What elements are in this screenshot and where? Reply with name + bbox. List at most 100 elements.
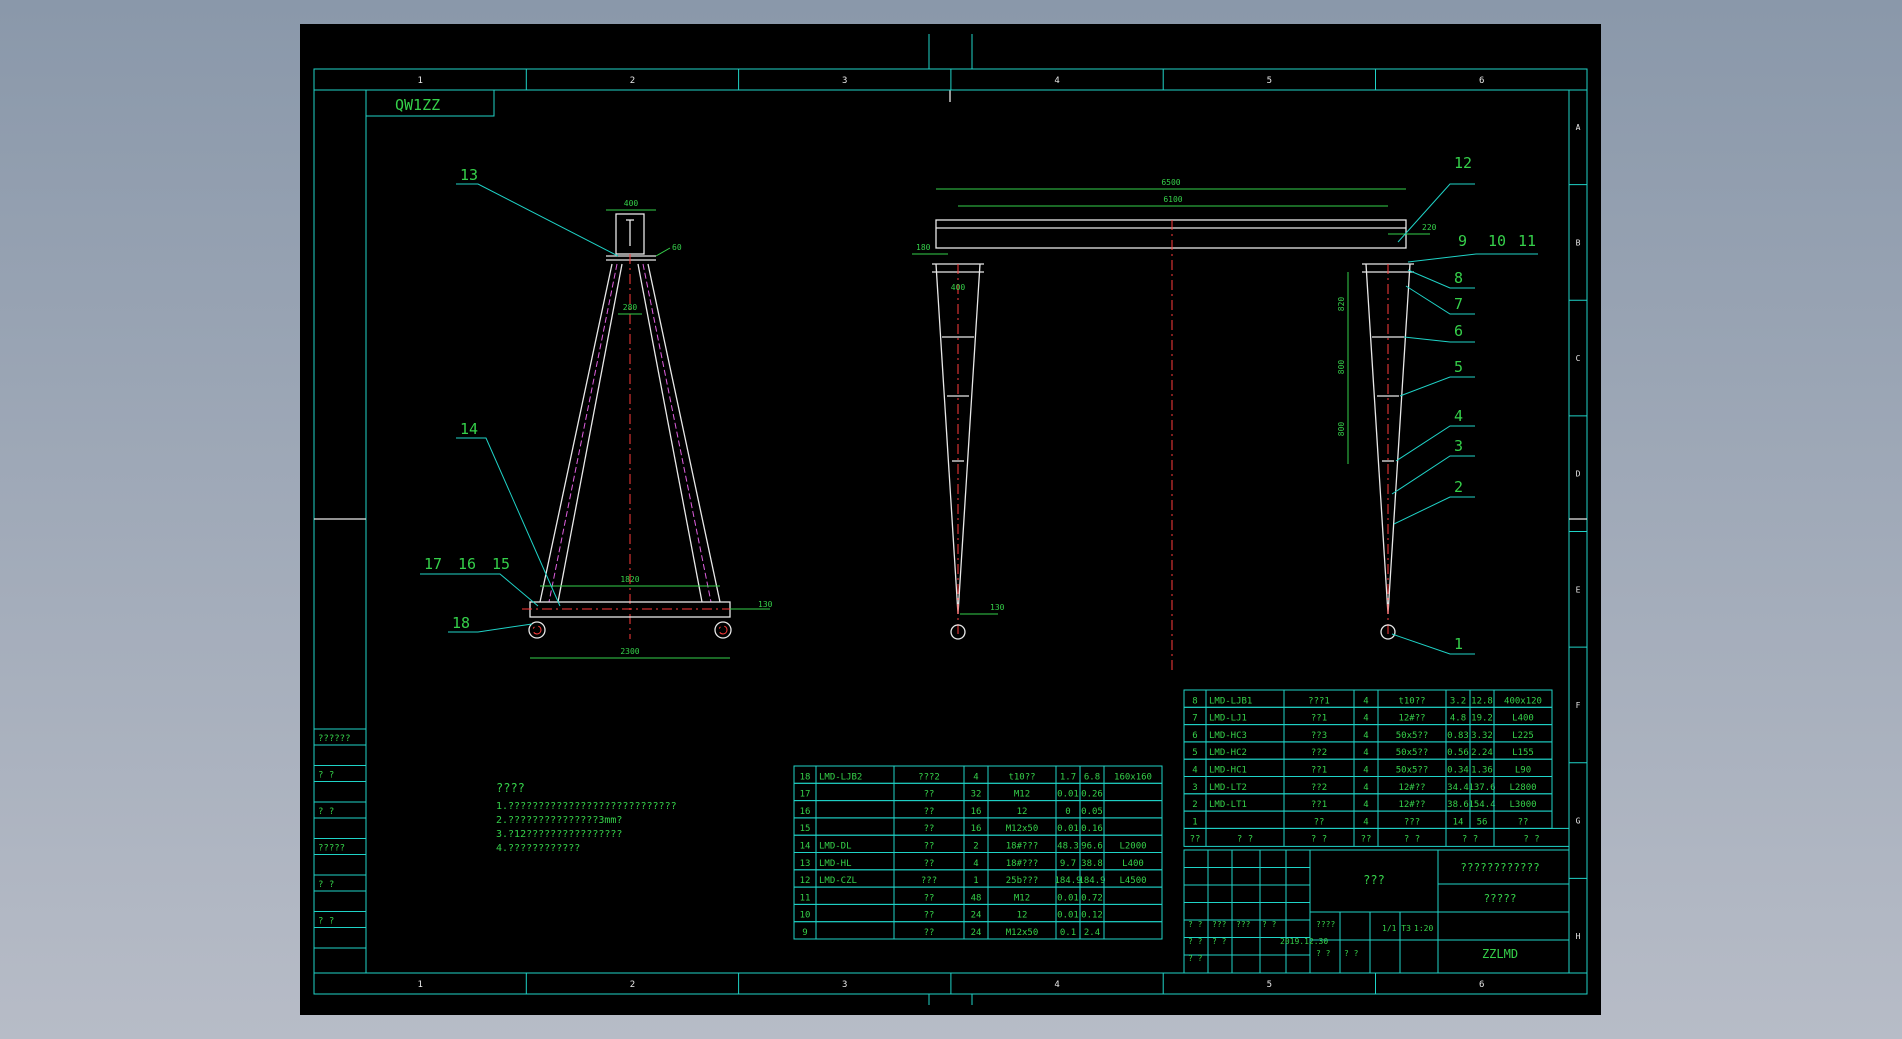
- bom-cell: LMD-HL: [819, 859, 852, 869]
- bom-cell: 18: [800, 772, 811, 782]
- bom-cell: 19.2: [1471, 714, 1493, 724]
- bom-cell: ??: [924, 824, 935, 834]
- bom-cell: ???: [1404, 817, 1420, 827]
- bom-cell: 9.7: [1060, 859, 1076, 869]
- row-zone-label: B: [1576, 238, 1581, 247]
- bom-cell: M12: [1014, 893, 1030, 903]
- bom-cell: 14: [1453, 817, 1464, 827]
- bom-table-right: 8 LMD-LJB1 ???1 4 t10?? 3.2 12.8 400x1207 LMD-LJ…: [1183, 689, 1570, 847]
- bom-cell: ??1: [1311, 766, 1327, 776]
- bom-cell: 2.24: [1471, 748, 1493, 758]
- main-girder: [935, 219, 1407, 249]
- bom-header-cell: ? ?: [1523, 834, 1539, 844]
- column-zone-label: 4: [1054, 76, 1059, 86]
- bom-cell: 4: [1363, 800, 1368, 810]
- callout-9: 9: [1458, 232, 1467, 250]
- bom-cell: 6.8: [1084, 772, 1100, 782]
- drawing-svg: 123456 123456 ABCDEFGH ??????? ?? ??????…: [313, 34, 1588, 1005]
- front-right-leg: [1365, 263, 1389, 615]
- row-zone-label: D: [1576, 470, 1581, 479]
- bom-cell: 4: [973, 772, 978, 782]
- row-zone-label: C: [1576, 354, 1581, 363]
- bom-cell: L225: [1512, 731, 1534, 741]
- bom-cell: LMD-HC3: [1209, 731, 1247, 741]
- bom-cell: ??: [1314, 817, 1325, 827]
- bom-cell: ???2: [918, 772, 940, 782]
- bom-cell: 32: [971, 790, 982, 800]
- bom-cell: 12: [800, 876, 811, 886]
- row-zone-label: E: [1576, 585, 1581, 594]
- bom-cell: LMD-CZL: [819, 876, 857, 886]
- title-block-signatures: ? ??????? ? ? ? ? ? ? ? ????? ? ? ? ?: [1188, 920, 1359, 963]
- callout-12: 12: [1454, 154, 1472, 172]
- callout-7: 7: [1454, 295, 1463, 313]
- bom-cell: 12: [1017, 807, 1028, 817]
- left-strip-label: ?????: [318, 844, 345, 854]
- bom-cell: 4: [1363, 766, 1368, 776]
- bom-cell: ??: [924, 911, 935, 921]
- bom-cell: 16: [971, 824, 982, 834]
- callout-11: 11: [1518, 232, 1536, 250]
- row-zone-label: G: [1576, 817, 1581, 826]
- bom-cell: ??: [924, 790, 935, 800]
- left-strip-label: ? ?: [318, 917, 334, 927]
- title-block: ??? ???????????? ????? ZZLMD 2019.12.30 …: [1183, 849, 1570, 974]
- bom-cell: 16: [800, 807, 811, 817]
- tb-signature: ???: [1212, 920, 1227, 929]
- dim-plate: 60: [672, 243, 682, 252]
- bom-cell: 4: [1363, 783, 1368, 793]
- column-zone-label: 1: [417, 76, 422, 86]
- cad-drawing-canvas[interactable]: 123456 123456 ABCDEFGH ??????? ?? ??????…: [300, 24, 1601, 1015]
- front-right-leg: [1387, 263, 1411, 615]
- bom-cell: ??: [924, 859, 935, 869]
- tb-signature: ? ?: [1316, 949, 1331, 958]
- bom-header-cell: ? ?: [1404, 834, 1420, 844]
- bom-cell: LMD-HC1: [1209, 766, 1247, 776]
- bom-cell: 0.26: [1081, 790, 1103, 800]
- column-zone-strip-top: 1 2 3 4 5 6: [314, 69, 1587, 91]
- bom-cell: LMD-LT1: [1209, 800, 1247, 810]
- dim-overall: 6500: [1161, 178, 1180, 187]
- bom-cell: LMD-LJB2: [819, 772, 862, 782]
- leader-9-11: [1407, 253, 1538, 263]
- leader-7: [1405, 285, 1475, 315]
- left-leg-inner: [557, 263, 623, 603]
- bom-cell: ??: [924, 928, 935, 938]
- column-zone-label: 2: [630, 76, 635, 86]
- bom-cell: LMD-LT2: [1209, 783, 1247, 793]
- bom-cell: 96.6: [1081, 842, 1103, 852]
- bom-cell: 4: [1192, 766, 1197, 776]
- bom-cell: 3.32: [1471, 731, 1493, 741]
- column-zone-label: 4: [1054, 980, 1059, 990]
- bom-cell: 18#???: [1006, 842, 1039, 852]
- bom-cell: 15: [800, 824, 811, 834]
- dim-base-inner: 1820: [620, 575, 639, 584]
- bom-cell: 0.01: [1057, 911, 1079, 921]
- note-line-2: 2.???????????????3mm?: [496, 815, 622, 826]
- bom-cell: 12#??: [1398, 800, 1425, 810]
- notes-title: ????: [496, 781, 525, 795]
- bom-cell: ???1: [1308, 696, 1330, 706]
- bom-cell: 4.8: [1450, 714, 1466, 724]
- bom-cell: 0.01: [1057, 824, 1079, 834]
- bom-cell: 50x5??: [1396, 766, 1429, 776]
- technical-notes: ???? 1.???????????????????????????? 2.??…: [496, 781, 677, 854]
- row-zone-label: A: [1576, 123, 1581, 132]
- caster-hub: [718, 625, 728, 635]
- leader-15: [420, 573, 539, 607]
- bom-cell: 1: [973, 876, 978, 886]
- dim-leg-seg2: 800: [1337, 360, 1346, 375]
- bom-cell: 25b???: [1006, 876, 1039, 886]
- front-view-gantry: 6500 6100 180 220 400 130 820 800 800 12…: [912, 154, 1538, 674]
- left-leg-outer: [539, 263, 613, 603]
- bom-cell: LMD-DL: [819, 842, 852, 852]
- bom-cell: 0.72: [1081, 893, 1103, 903]
- bom-cell: L400: [1122, 859, 1144, 869]
- bom-cell: 0.56: [1447, 748, 1469, 758]
- bom-cell: 5: [1192, 748, 1197, 758]
- leader-2: [1393, 496, 1475, 525]
- outer-frame: [313, 68, 1588, 995]
- bom-cell: 3: [1192, 783, 1197, 793]
- bom-cell: 0.16: [1081, 824, 1103, 834]
- bom-cell: 12#??: [1398, 714, 1425, 724]
